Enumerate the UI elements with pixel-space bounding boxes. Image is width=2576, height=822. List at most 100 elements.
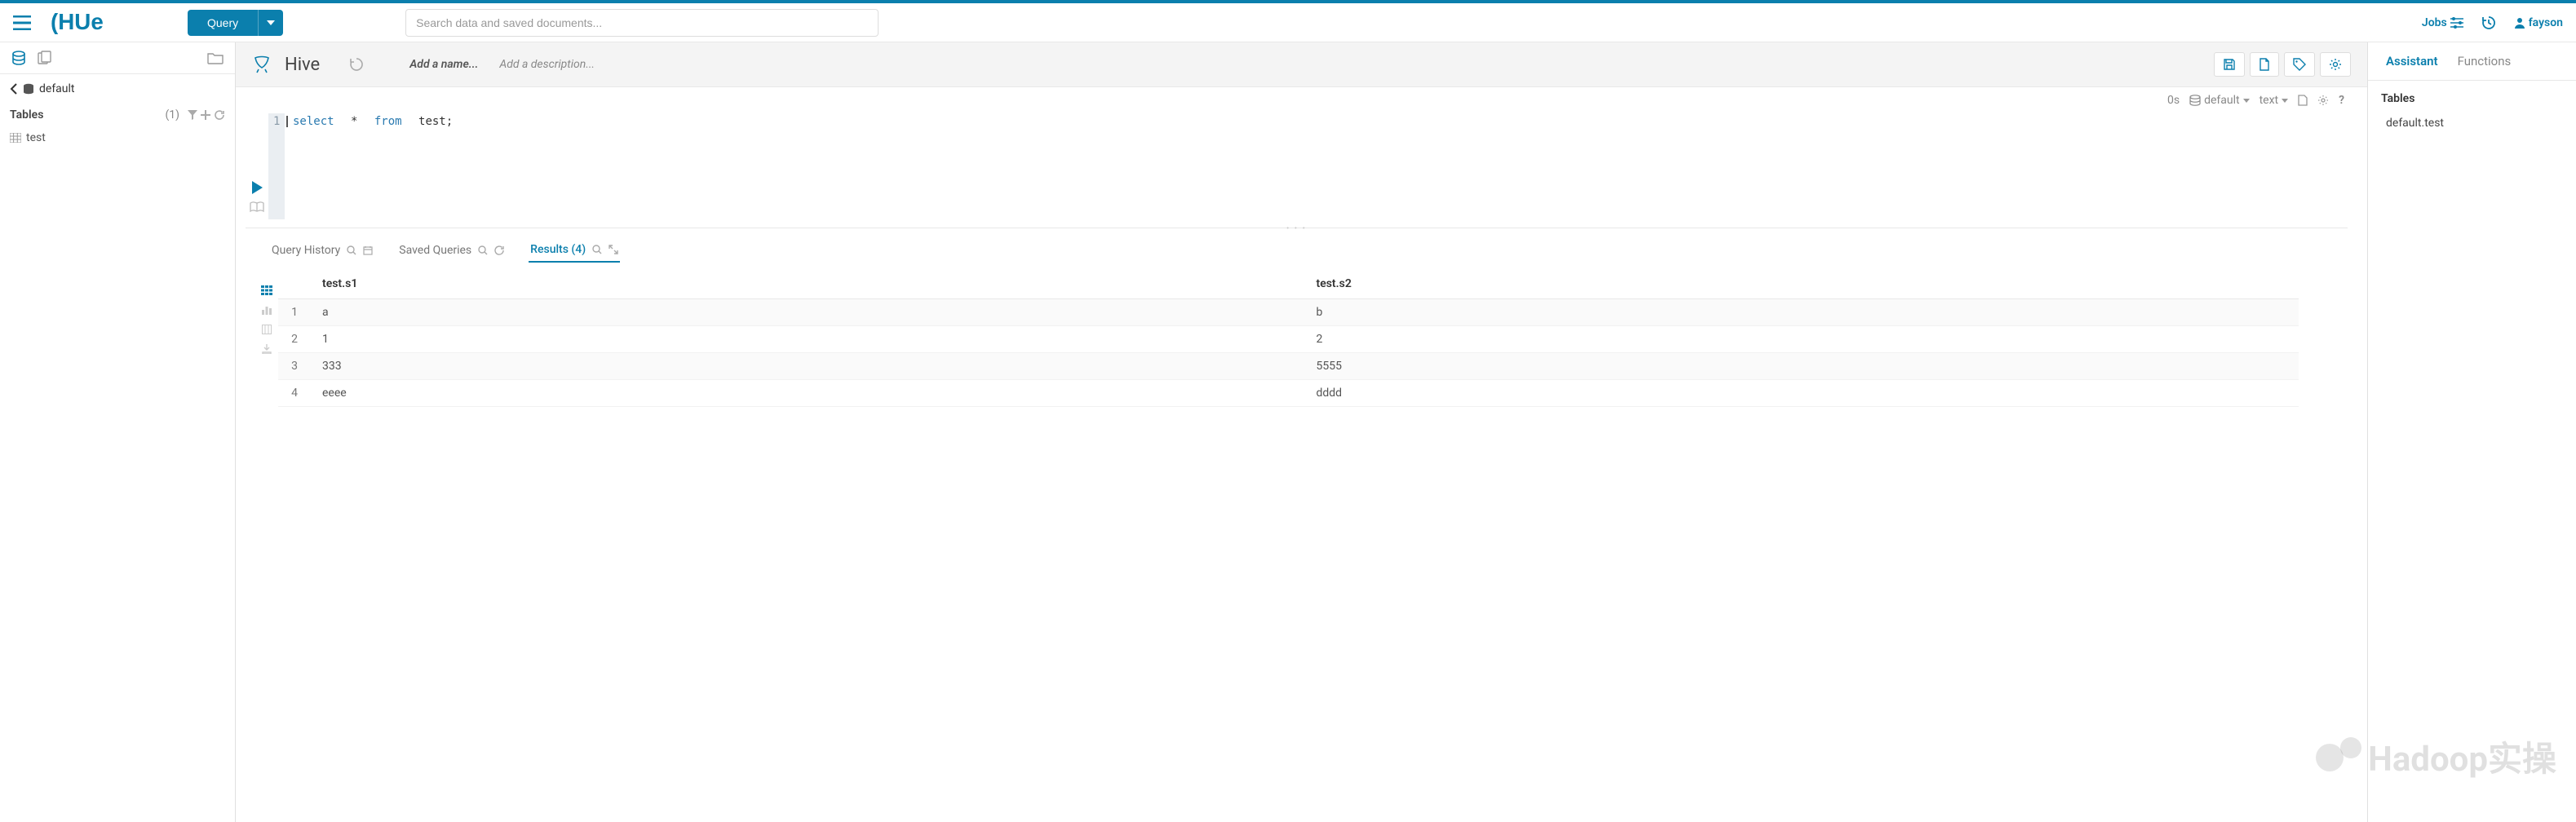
expand-icon [609, 245, 618, 254]
code-kw-select: select [288, 113, 339, 130]
mode-selector[interactable]: text [2260, 94, 2289, 107]
query-dropdown-button[interactable] [258, 10, 283, 36]
table-icon [10, 133, 21, 143]
new-doc-button[interactable] [2250, 52, 2279, 77]
tab-saved-queries[interactable]: Saved Queries [397, 239, 506, 262]
db-name: default [39, 82, 75, 95]
gear-icon[interactable] [2317, 95, 2329, 106]
editor-area: Hive Add a name... Add a description... [236, 42, 2367, 822]
doc-icon[interactable] [2298, 95, 2308, 106]
cell: 1 [311, 326, 1305, 353]
code-editor[interactable]: 1 select * from test; [268, 113, 2348, 219]
cell: 3 [278, 353, 311, 380]
table-row[interactable]: 3 333 5555 [278, 353, 2299, 380]
cell: b [1305, 299, 2299, 326]
run-button[interactable] [250, 180, 263, 195]
tab-query-history[interactable]: Query History [270, 239, 374, 262]
cell: 333 [311, 353, 1305, 380]
folder-open-icon[interactable] [207, 51, 224, 64]
search-box [405, 9, 879, 37]
files-source-icon[interactable] [38, 51, 52, 65]
add-icon[interactable] [201, 110, 210, 120]
table-row[interactable]: 1 a b [278, 299, 2299, 326]
col-header-s1[interactable]: test.s1 [311, 269, 1305, 299]
user-name: fayson [2529, 16, 2563, 29]
tab-label: Results (4) [530, 243, 586, 256]
chart-view-icon[interactable] [261, 305, 272, 315]
user-menu[interactable]: fayson [2514, 16, 2563, 29]
code-star: * [339, 113, 370, 130]
db-source-icon[interactable] [11, 51, 26, 65]
table-item[interactable]: test [0, 126, 235, 149]
cell: a [311, 299, 1305, 326]
mode-label: text [2260, 94, 2279, 107]
search-icon [592, 245, 602, 254]
svg-text:(HUe: (HUe [51, 11, 104, 34]
chevron-down-icon [2282, 99, 2288, 103]
editor-undo-icon[interactable] [349, 57, 364, 72]
snippet-icon[interactable] [250, 201, 264, 213]
engine-name: Hive [285, 55, 320, 75]
assistant-table-entry[interactable]: default.test [2381, 113, 2563, 133]
database-icon [2189, 95, 2201, 106]
user-icon [2514, 17, 2525, 29]
cell: 1 [278, 299, 311, 326]
columns-icon[interactable] [262, 325, 272, 334]
chevron-down-icon [2243, 99, 2250, 103]
chevron-left-icon [10, 83, 18, 95]
cell: 4 [278, 380, 311, 407]
col-header-index[interactable] [278, 269, 311, 299]
table-name: test [26, 131, 46, 144]
cell: 2 [278, 326, 311, 353]
left-sidebar: default Tables (1) test [0, 42, 236, 822]
help-icon[interactable]: ? [2339, 94, 2344, 107]
tab-assistant[interactable]: Assistant [2376, 42, 2448, 80]
query-name-input[interactable]: Add a name... [409, 58, 478, 71]
search-icon [347, 245, 356, 255]
jobs-label: Jobs [2422, 16, 2447, 29]
tag-button[interactable] [2284, 52, 2315, 77]
right-panel: Assistant Functions Tables default.test [2367, 42, 2576, 822]
db-breadcrumb[interactable]: default [0, 74, 235, 104]
results-table: test.s1 test.s2 1 a b 2 1 2 [278, 269, 2299, 407]
cell: 5555 [1305, 353, 2299, 380]
db-selector[interactable]: default [2189, 94, 2250, 107]
code-rest: test; [407, 113, 458, 130]
tables-count: (1) [165, 108, 179, 122]
logo[interactable]: (HUe [51, 11, 131, 35]
filter-icon[interactable] [188, 110, 197, 120]
tab-functions[interactable]: Functions [2448, 42, 2521, 80]
download-icon[interactable] [262, 344, 272, 354]
cell: 2 [1305, 326, 2299, 353]
tab-label: Query History [272, 244, 340, 257]
search-input[interactable] [405, 9, 879, 37]
search-icon [478, 245, 488, 255]
table-row[interactable]: 4 eeee dddd [278, 380, 2299, 407]
cell: eeee [311, 380, 1305, 407]
menu-icon[interactable] [13, 15, 31, 30]
refresh-icon[interactable] [214, 110, 225, 120]
refresh-icon [494, 245, 504, 255]
query-button[interactable]: Query [188, 10, 258, 36]
save-button[interactable] [2214, 52, 2245, 77]
resize-handle[interactable]: • • • [1286, 224, 1307, 233]
assistant-heading: Tables [2381, 92, 2563, 105]
exec-time: 0s [2167, 94, 2180, 107]
table-row[interactable]: 2 1 2 [278, 326, 2299, 353]
app-header: (HUe Query Jobs fayson [0, 3, 2576, 42]
col-header-s2[interactable]: test.s2 [1305, 269, 2299, 299]
database-icon [23, 83, 34, 95]
tab-label: Saved Queries [399, 244, 471, 257]
line-number: 1 [268, 113, 285, 219]
sliders-icon [2450, 17, 2463, 29]
grid-view-icon[interactable] [261, 285, 272, 295]
code-kw-from: from [370, 113, 407, 130]
settings-button[interactable] [2320, 52, 2351, 77]
history-icon[interactable] [2481, 15, 2496, 30]
calendar-icon [363, 245, 373, 255]
jobs-link[interactable]: Jobs [2422, 16, 2463, 29]
query-desc-input[interactable]: Add a description... [499, 58, 595, 71]
tab-results[interactable]: Results (4) [529, 238, 620, 263]
db-selector-label: default [2204, 94, 2240, 107]
tables-heading: Tables [10, 108, 43, 122]
